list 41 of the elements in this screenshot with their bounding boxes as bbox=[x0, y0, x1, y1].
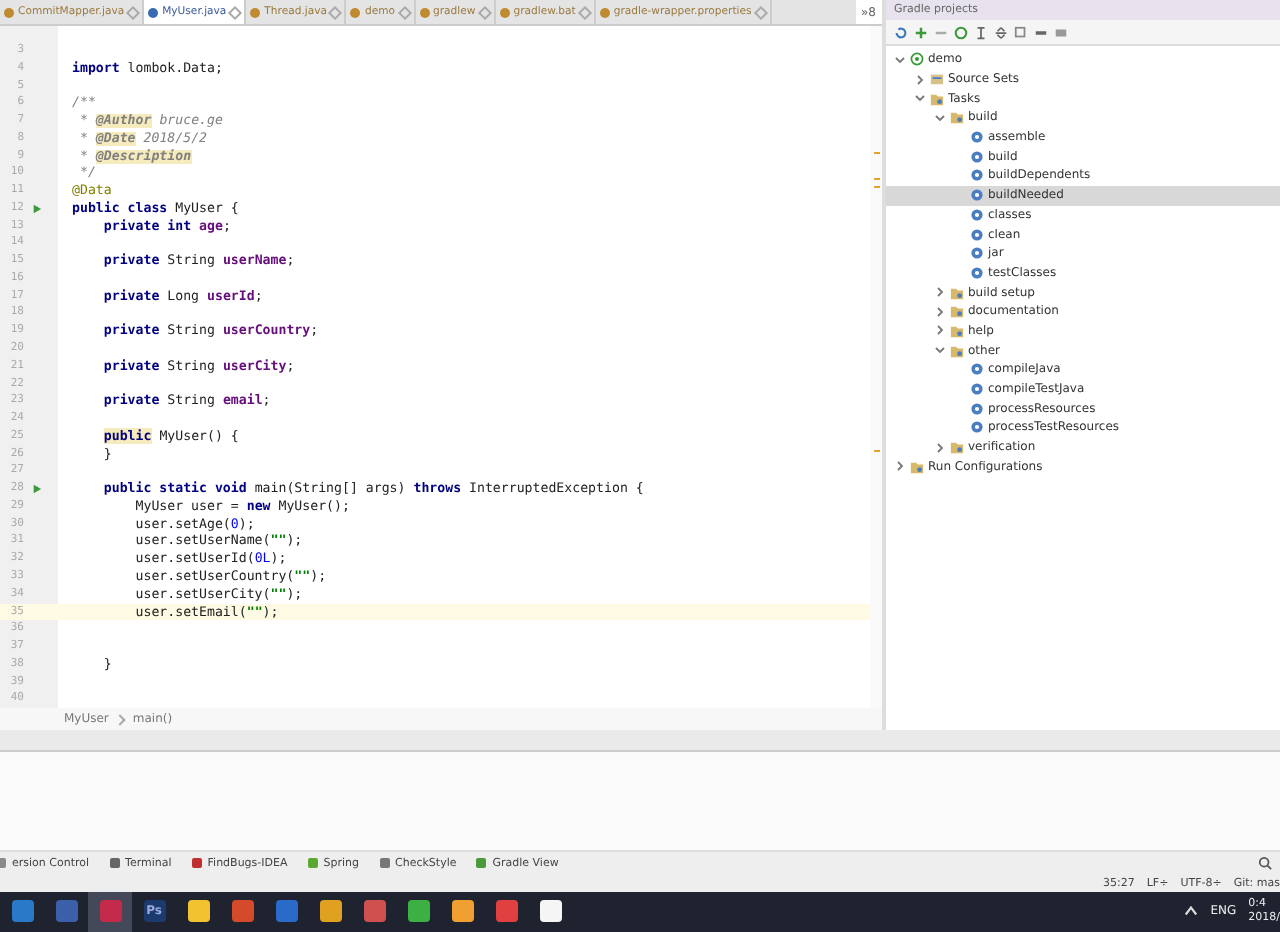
tool-window-icon bbox=[379, 858, 389, 869]
link-icon[interactable] bbox=[1034, 25, 1048, 39]
run-icon[interactable] bbox=[32, 203, 42, 214]
tool-window-icon bbox=[307, 858, 318, 869]
folder-icon bbox=[950, 285, 964, 300]
chevron-right-icon[interactable] bbox=[894, 460, 906, 473]
project-icon bbox=[910, 52, 924, 67]
tool-window-icon bbox=[191, 858, 202, 869]
run-icon[interactable] bbox=[32, 484, 42, 495]
collapse-all-icon[interactable] bbox=[994, 25, 1008, 39]
refresh-icon[interactable] bbox=[894, 25, 908, 39]
settings-icon[interactable] bbox=[1054, 25, 1068, 39]
folder-icon bbox=[950, 440, 964, 455]
add-icon[interactable] bbox=[914, 25, 928, 39]
folder-icon bbox=[950, 110, 964, 125]
file-icon bbox=[419, 7, 430, 17]
folder-icon bbox=[950, 304, 964, 319]
file-icon bbox=[4, 7, 14, 17]
folder-icon bbox=[910, 459, 924, 474]
file-icon bbox=[499, 7, 510, 17]
chevron-down-icon[interactable] bbox=[894, 53, 906, 66]
file-icon bbox=[350, 7, 361, 17]
tool-window-icon bbox=[109, 858, 120, 869]
file-icon bbox=[599, 7, 610, 17]
search-icon[interactable] bbox=[1258, 856, 1272, 871]
taskbar-app[interactable] bbox=[88, 891, 132, 932]
folder-icon bbox=[950, 323, 964, 338]
tray-icons-drawing[interactable] bbox=[1184, 904, 1199, 919]
chevron-down-icon[interactable] bbox=[934, 344, 946, 357]
tool-window-icon bbox=[476, 858, 487, 869]
execute-icon[interactable] bbox=[954, 25, 968, 39]
file-icon bbox=[250, 7, 261, 17]
expand-all-icon[interactable] bbox=[974, 25, 988, 39]
source-folder-icon bbox=[930, 72, 944, 87]
folder-icon bbox=[950, 343, 964, 358]
chevron-right-icon[interactable] bbox=[914, 73, 926, 86]
breadcrumb-separator-icon bbox=[115, 713, 127, 725]
chevron-right-icon[interactable] bbox=[934, 441, 946, 454]
file-icon bbox=[148, 7, 159, 17]
tasks-icon[interactable] bbox=[1014, 25, 1028, 39]
folder-icon bbox=[930, 91, 944, 106]
